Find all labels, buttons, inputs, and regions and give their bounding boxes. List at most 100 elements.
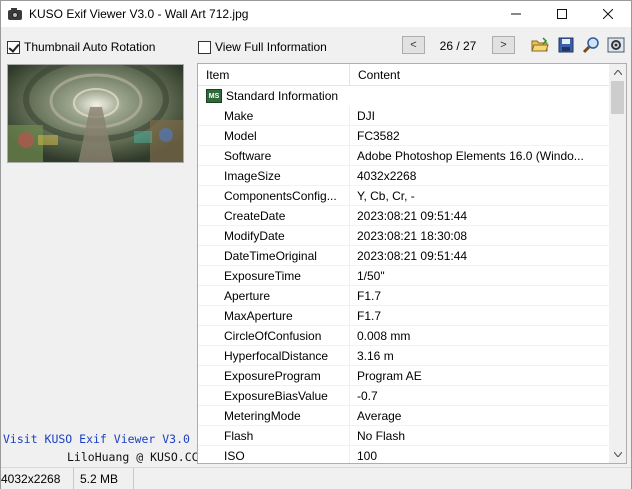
row-item-name: MeteringMode <box>198 406 350 425</box>
table-row[interactable]: Make DJI <box>198 106 609 126</box>
table-row[interactable]: CreateDate 2023:08:21 09:51:44 <box>198 206 609 226</box>
row-item-name: Model <box>198 126 350 145</box>
table-body: MS Standard Information Make DJI Model FC35… <box>198 86 609 463</box>
settings-icon <box>607 37 625 53</box>
table-row[interactable]: Model FC3582 <box>198 126 609 146</box>
status-bar: 4032x2268 5.2 MB <box>1 467 631 489</box>
column-header-content[interactable]: Content <box>350 64 609 86</box>
row-item-name: ExposureProgram <box>198 366 350 385</box>
table-row[interactable]: ImageSize 4032x2268 <box>198 166 609 186</box>
save-button[interactable] <box>556 35 576 55</box>
table-row[interactable]: Flash No Flash <box>198 426 609 446</box>
zoom-button[interactable] <box>581 35 601 55</box>
row-item-value: Adobe Photoshop Elements 16.0 (Windo... <box>357 149 584 163</box>
column-header-item[interactable]: Item <box>198 64 350 86</box>
chevron-left-icon: < <box>410 39 417 51</box>
open-folder-icon <box>531 37 549 52</box>
window-controls <box>493 1 631 27</box>
close-button[interactable] <box>585 1 631 27</box>
row-item-value: FC3582 <box>357 129 400 143</box>
view-full-information-label: View Full Information <box>215 40 327 54</box>
row-item-name: Aperture <box>198 286 350 305</box>
table-header: Item Content <box>198 64 609 86</box>
close-icon <box>603 9 613 19</box>
table-row[interactable]: HyperfocalDistance 3.16 m <box>198 346 609 366</box>
view-full-information-checkbox[interactable]: View Full Information <box>198 40 327 54</box>
row-item-name: MaxAperture <box>198 306 350 325</box>
table-row[interactable]: CircleOfConfusion 0.008 mm <box>198 326 609 346</box>
scrollbar-thumb[interactable] <box>611 81 624 114</box>
status-file-size: 5.2 MB <box>74 467 134 489</box>
table-row[interactable]: Software Adobe Photoshop Elements 16.0 (W… <box>198 146 609 166</box>
row-item-name: CreateDate <box>198 206 350 225</box>
row-item-name: HyperfocalDistance <box>198 346 350 365</box>
row-item-value: -0.7 <box>357 389 378 403</box>
chevron-up-icon <box>613 70 622 75</box>
visit-site-link[interactable]: Visit KUSO Exif Viewer V3.0 Site <box>3 432 225 446</box>
vertical-scrollbar[interactable] <box>609 64 626 463</box>
row-item-name: ComponentsConfig... <box>198 186 350 205</box>
row-item-value: 3.16 m <box>357 349 394 363</box>
row-item-name: ExposureBiasValue <box>198 386 350 405</box>
row-item-value: Program AE <box>357 369 422 383</box>
camera-icon <box>7 6 23 22</box>
previous-image-button[interactable]: < <box>402 36 425 54</box>
row-item-value: 4032x2268 <box>357 169 417 183</box>
row-item-name: ImageSize <box>198 166 350 185</box>
row-item-value: 0.008 mm <box>357 329 411 343</box>
table-row[interactable]: ExposureTime 1/50" <box>198 266 609 286</box>
table-row[interactable]: ModifyDate 2023:08:21 18:30:08 <box>198 226 609 246</box>
next-image-button[interactable]: > <box>492 36 515 54</box>
scroll-down-arrow[interactable] <box>609 446 626 463</box>
table-row[interactable]: ISO 100 <box>198 446 609 463</box>
status-image-size: 4032x2268 <box>1 467 74 489</box>
row-item-value: F1.7 <box>357 289 382 303</box>
group-info-icon: MS <box>206 89 222 103</box>
thumbnail-auto-rotation-checkbox[interactable]: Thumbnail Auto Rotation <box>7 40 155 54</box>
table-row[interactable]: Aperture F1.7 <box>198 286 609 306</box>
checkbox-box[interactable] <box>7 40 20 54</box>
row-item-name: Make <box>198 106 350 125</box>
thumbnail-image <box>7 64 184 163</box>
table-row[interactable]: ComponentsConfig... Y, Cb, Cr, - <box>198 186 609 206</box>
group-row-standard-information[interactable]: MS Standard Information <box>198 86 609 106</box>
zoom-icon <box>582 37 599 54</box>
row-item-value: F1.7 <box>357 309 382 323</box>
row-item-name: ModifyDate <box>198 226 350 245</box>
chevron-down-icon <box>613 452 622 457</box>
maximize-icon <box>557 9 567 19</box>
minimize-button[interactable] <box>493 1 539 27</box>
table-row[interactable]: ExposureBiasValue -0.7 <box>198 386 609 406</box>
open-folder-button[interactable] <box>530 35 550 55</box>
row-item-value: Average <box>357 409 402 423</box>
thumbnail-auto-rotation-label: Thumbnail Auto Rotation <box>24 40 156 54</box>
row-item-value: 100 <box>357 449 378 463</box>
row-item-name: DateTimeOriginal <box>198 246 350 265</box>
row-item-name: ISO <box>198 446 350 463</box>
minimize-icon <box>511 13 521 15</box>
row-item-value: Y, Cb, Cr, - <box>357 189 415 203</box>
exif-table[interactable]: Item Content MS Standard Information Mak… <box>197 63 627 464</box>
row-item-name: ExposureTime <box>198 266 350 285</box>
row-item-value: 2023:08:21 18:30:08 <box>357 229 468 243</box>
settings-button[interactable] <box>606 35 626 55</box>
table-row[interactable]: MaxAperture F1.7 <box>198 306 609 326</box>
row-item-value: 2023:08:21 09:51:44 <box>357 209 468 223</box>
table-row[interactable]: ExposureProgram Program AE <box>198 366 609 386</box>
maximize-button[interactable] <box>539 1 585 27</box>
author-credit: LiloHuang @ KUSO.CC <box>67 450 199 464</box>
scroll-up-arrow[interactable] <box>609 64 626 81</box>
page-counter: 26 / 27 <box>439 39 477 53</box>
row-item-name: Software <box>198 146 350 165</box>
table-row[interactable]: MeteringMode Average <box>198 406 609 426</box>
table-row[interactable]: DateTimeOriginal 2023:08:21 09:51:44 <box>198 246 609 266</box>
save-icon <box>558 37 574 53</box>
chevron-right-icon: > <box>500 39 507 51</box>
row-item-name: Flash <box>198 426 350 445</box>
row-item-name: CircleOfConfusion <box>198 326 350 345</box>
row-item-value: No Flash <box>357 429 406 443</box>
row-item-value: DJI <box>357 109 375 123</box>
checkbox-box[interactable] <box>198 40 211 54</box>
title-bar: KUSO Exif Viewer V3.0 - Wall Art 712.jpg <box>1 1 631 27</box>
group-label: Standard Information <box>226 89 339 103</box>
